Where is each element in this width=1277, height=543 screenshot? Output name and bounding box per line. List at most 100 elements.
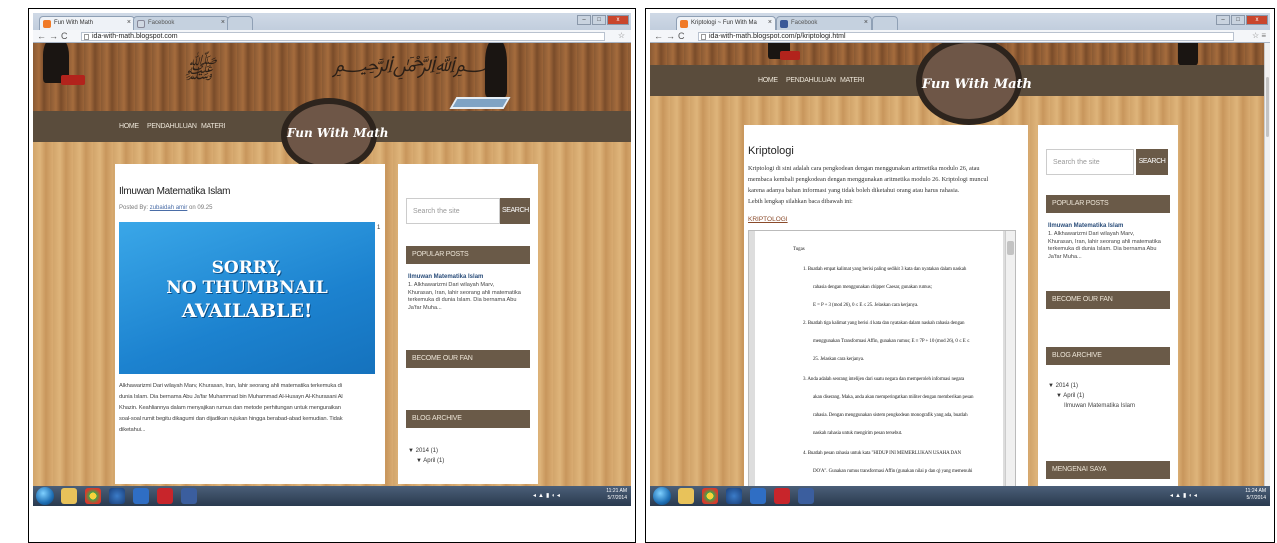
navigation-icons[interactable]: ←→C bbox=[37, 31, 71, 41]
embedded-document-viewer[interactable]: Tugas 1. Buatlah empat kalimat yang beri… bbox=[748, 230, 1016, 494]
tab-label: Facebook bbox=[148, 20, 175, 26]
right-browser-window: Kriptologi ~ Fun With Ma × Facebook × – □ x … bbox=[650, 13, 1270, 506]
intro-line: karena adanya bahan informasi yang tidak… bbox=[748, 187, 960, 194]
post-excerpt: Alkhawarizmi Dari wilayah Marv, Khurasan… bbox=[119, 381, 343, 436]
url-text: ida-with-math.blogspot.com/p/kriptologi.… bbox=[709, 33, 846, 40]
post-author-link[interactable]: zubaidah amir bbox=[150, 205, 188, 211]
post-time: 09.25 bbox=[197, 205, 213, 211]
menu-pendahuluan[interactable]: PENDAHULUAN bbox=[786, 77, 836, 84]
menu-materi[interactable]: MATERI bbox=[201, 123, 225, 130]
maximize-icon[interactable]: □ bbox=[1231, 15, 1245, 25]
navigation-icons[interactable]: ←→C bbox=[654, 31, 688, 41]
close-tab-icon[interactable]: × bbox=[768, 19, 772, 26]
search-button[interactable]: SEARCH bbox=[1136, 149, 1168, 175]
facebook-icon bbox=[780, 20, 788, 28]
doc-line: 4. Buatlah pesan rahasia untuk kata "HID… bbox=[803, 451, 962, 456]
excerpt-line: soal-soal rumit begitu dikagumi dan dija… bbox=[119, 416, 343, 422]
menu-pendahuluan[interactable]: PENDAHULUAN bbox=[147, 123, 197, 130]
explorer-icon[interactable] bbox=[678, 488, 694, 504]
bookmark-star-icon[interactable]: ☆ bbox=[618, 31, 625, 40]
calligraphy-1: ﷺ bbox=[183, 55, 217, 85]
menu-home[interactable]: HOME bbox=[758, 77, 778, 84]
url-field[interactable]: ida-with-math.blogspot.com bbox=[81, 32, 605, 41]
chrome-icon[interactable] bbox=[702, 488, 718, 504]
start-orb-icon[interactable] bbox=[653, 487, 671, 505]
search-input[interactable]: Search the site bbox=[406, 198, 500, 224]
doc-line: 3. Anda adalah seorang intelijen dari su… bbox=[803, 377, 965, 382]
acrobat-icon[interactable] bbox=[157, 488, 173, 504]
close-icon[interactable]: x bbox=[607, 15, 629, 25]
acrobat-icon[interactable] bbox=[774, 488, 790, 504]
firefox-icon[interactable] bbox=[726, 488, 742, 504]
close-tab-icon[interactable]: × bbox=[127, 19, 131, 26]
site-title-badge[interactable]: Fun With Math bbox=[281, 98, 389, 172]
popular-post-title[interactable]: Ilmuwan Matematika Islam bbox=[1048, 223, 1123, 229]
menu-icon[interactable]: ☆ ≡ bbox=[1252, 31, 1266, 40]
url-field[interactable]: ida-with-math.blogspot.com/p/kriptologi.… bbox=[698, 32, 1234, 41]
word-icon[interactable] bbox=[750, 488, 766, 504]
kriptologi-link[interactable]: KRIPTOLOGI bbox=[748, 216, 788, 223]
app-icon[interactable] bbox=[181, 488, 197, 504]
word-icon[interactable] bbox=[133, 488, 149, 504]
new-tab-button[interactable] bbox=[227, 16, 253, 30]
close-tab-icon[interactable]: × bbox=[221, 19, 225, 26]
tab-fun-with-math[interactable]: Fun With Math × bbox=[39, 16, 135, 30]
tray-icons[interactable]: ◂▲▮◖◂ bbox=[1170, 492, 1199, 499]
clock[interactable]: 11:21 AM 5/7/2014 bbox=[606, 488, 627, 502]
archive-month[interactable]: ▼ April (1) bbox=[1056, 393, 1084, 399]
right-screenshot-panel: Kriptologi ~ Fun With Ma × Facebook × – □ x … bbox=[645, 8, 1275, 543]
tab-facebook[interactable]: Facebook × bbox=[776, 16, 872, 30]
minimize-icon[interactable]: – bbox=[1216, 15, 1230, 25]
menu-materi[interactable]: MATERI bbox=[840, 77, 864, 84]
archive-year[interactable]: ▼ 2014 (1) bbox=[408, 448, 438, 454]
doc-scroll-thumb[interactable] bbox=[1007, 241, 1014, 255]
doc-line: rahasia dengan menggunakan chipper Caesa… bbox=[813, 285, 932, 290]
search-input[interactable]: Search the site bbox=[1046, 149, 1134, 175]
right-page: HOME PENDAHULUAN MATERI Fun With Math Kr… bbox=[650, 43, 1270, 506]
doc-heading: Tugas bbox=[793, 247, 805, 252]
comment-count[interactable]: 1 bbox=[377, 225, 380, 231]
post-title[interactable]: Ilmuwan Matematika Islam bbox=[119, 186, 230, 197]
tab-kriptologi[interactable]: Kriptologi ~ Fun With Ma × bbox=[676, 16, 776, 30]
snippet-line: 1. Alkhawarizmi Dari wilayah Marv, bbox=[1048, 231, 1135, 237]
page-content: Kriptologi Kriptologi di sini adalah car… bbox=[744, 125, 1028, 497]
close-tab-icon[interactable]: × bbox=[864, 19, 868, 26]
search-button[interactable]: SEARCH bbox=[500, 198, 530, 224]
chrome-icon[interactable] bbox=[85, 488, 101, 504]
archive-year[interactable]: ▼ 2014 (1) bbox=[1048, 383, 1078, 389]
doc-line: E = P + 3 (mod 26), 0 ≤ E ≤ 25. Jelaskan… bbox=[813, 303, 919, 308]
minimize-icon[interactable]: – bbox=[577, 15, 591, 25]
doc-scrollbar[interactable] bbox=[1005, 231, 1015, 493]
popular-posts-heading: POPULAR POSTS bbox=[406, 246, 530, 264]
popular-post-title[interactable]: Ilmuwan Matematika Islam bbox=[408, 274, 483, 280]
browser-titlebar: Kriptologi ~ Fun With Ma × Facebook × – □ x … bbox=[650, 13, 1270, 43]
popular-posts-heading: POPULAR POSTS bbox=[1046, 195, 1170, 213]
app-icon[interactable] bbox=[798, 488, 814, 504]
page-scrollbar[interactable] bbox=[1264, 43, 1270, 486]
snippet-line: Ja'far Muha... bbox=[408, 304, 442, 311]
explorer-icon[interactable] bbox=[61, 488, 77, 504]
archive-month[interactable]: ▼ April (1) bbox=[416, 458, 444, 464]
archive-post-link[interactable]: Ilmuwan Matematika Islam bbox=[1064, 403, 1135, 409]
snippet-line: Khurasan, Iran, lahir seorang ahli matem… bbox=[408, 289, 521, 296]
new-tab-button[interactable] bbox=[872, 16, 898, 30]
tray-icons[interactable]: ◂▲▮◖◂ bbox=[533, 492, 562, 499]
maximize-icon[interactable]: □ bbox=[592, 15, 606, 25]
clock[interactable]: 11:24 AM 5/7/2014 bbox=[1245, 488, 1266, 502]
tab-label: Facebook bbox=[791, 20, 818, 26]
popular-post-snippet: 1. Alkhawarizmi Dari wilayah Marv, Khura… bbox=[1048, 231, 1161, 261]
excerpt-line: dunia Islam. Dia bernama Abu Ja'far Muha… bbox=[119, 394, 343, 400]
praying-figure bbox=[1178, 43, 1198, 65]
close-icon[interactable]: x bbox=[1246, 15, 1268, 25]
windows-taskbar: ◂▲▮◖◂ 11:24 AM 5/7/2014 bbox=[650, 486, 1270, 506]
tab-facebook[interactable]: Facebook × bbox=[133, 16, 229, 30]
menu-home[interactable]: HOME bbox=[119, 123, 139, 130]
thumb-line-1: SORRY, bbox=[211, 258, 283, 278]
firefox-icon[interactable] bbox=[109, 488, 125, 504]
blogger-icon bbox=[43, 20, 51, 28]
doc-line: rahasia. Dengan menggunakan sistem pengk… bbox=[813, 413, 968, 418]
calligraphy-2: ﷽ bbox=[333, 52, 505, 77]
start-orb-icon[interactable] bbox=[36, 487, 54, 505]
snippet-line: terkemuka di dunia Islam. Dia bernama Ab… bbox=[408, 297, 517, 303]
page-scroll-thumb[interactable] bbox=[1266, 77, 1269, 137]
